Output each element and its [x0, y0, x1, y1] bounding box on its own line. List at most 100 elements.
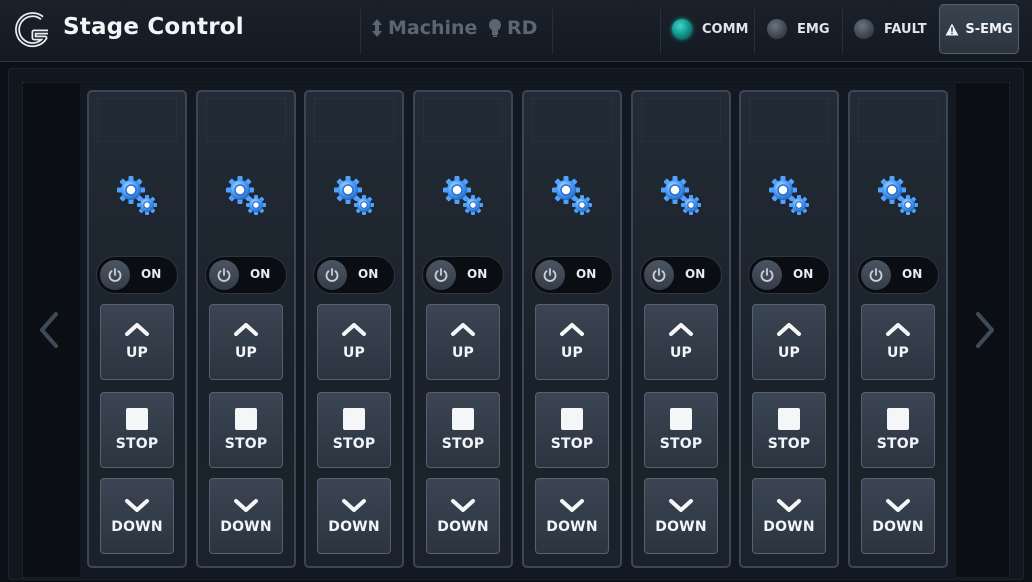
stop-button-label: STOP	[224, 436, 268, 452]
chevron-up-icon	[886, 323, 910, 336]
gears-icon	[443, 176, 483, 215]
chevron-up-icon	[451, 323, 475, 336]
chevron-down-icon	[777, 499, 801, 512]
stage-column-2: ON UP STOP DOWN	[196, 90, 296, 568]
down-button[interactable]: DOWN	[100, 478, 174, 554]
down-button[interactable]: DOWN	[317, 478, 391, 554]
power-icon	[108, 268, 122, 282]
chevron-down-icon	[886, 499, 910, 512]
power-toggle-label: ON	[793, 267, 814, 281]
status-emg: EMG	[767, 19, 830, 39]
mode-rd[interactable]: RD	[487, 17, 537, 39]
up-down-arrow-icon	[372, 19, 382, 37]
power-toggle-label: ON	[250, 267, 271, 281]
down-button[interactable]: DOWN	[426, 478, 500, 554]
power-toggle[interactable]: ON	[640, 256, 722, 294]
stage-header	[532, 98, 612, 142]
stop-button-label: STOP	[441, 436, 485, 452]
power-icon	[543, 268, 557, 282]
up-button-label: UP	[451, 345, 475, 361]
chevron-left-icon[interactable]	[36, 310, 60, 350]
down-button[interactable]: DOWN	[861, 478, 935, 554]
chevron-up-icon	[777, 323, 801, 336]
power-icon	[760, 268, 774, 282]
up-button[interactable]: UP	[426, 304, 500, 380]
power-toggle[interactable]: ON	[748, 256, 830, 294]
mode-machine-label: Machine	[388, 17, 478, 39]
stop-button[interactable]: STOP	[752, 392, 826, 468]
up-button-label: UP	[886, 345, 910, 361]
chevron-up-icon	[234, 323, 258, 336]
up-button[interactable]: UP	[752, 304, 826, 380]
up-button[interactable]: UP	[100, 304, 174, 380]
down-button-label: DOWN	[872, 519, 924, 535]
stage-column-4: ON UP STOP DOWN	[413, 90, 513, 568]
up-button[interactable]: UP	[317, 304, 391, 380]
header-divider	[754, 8, 755, 54]
up-button-label: UP	[560, 345, 584, 361]
stop-button[interactable]: STOP	[535, 392, 609, 468]
stop-button[interactable]: STOP	[426, 392, 500, 468]
status-fault-label: FAULT	[884, 21, 927, 37]
chevron-down-icon	[234, 499, 258, 512]
power-toggle[interactable]: ON	[205, 256, 287, 294]
chevron-down-icon	[342, 499, 366, 512]
stop-button[interactable]: STOP	[644, 392, 718, 468]
power-toggle-knob	[644, 260, 674, 290]
stop-button[interactable]: STOP	[861, 392, 935, 468]
up-button[interactable]: UP	[644, 304, 718, 380]
up-button-label: UP	[234, 345, 258, 361]
header-divider	[842, 8, 843, 54]
power-toggle[interactable]: ON	[96, 256, 178, 294]
down-button[interactable]: DOWN	[644, 478, 718, 554]
stage-header	[641, 98, 721, 142]
status-comm-label: COMM	[702, 21, 749, 37]
warning-icon	[945, 23, 959, 35]
emg-led-icon	[767, 19, 787, 39]
stop-button[interactable]: STOP	[100, 392, 174, 468]
stop-button-label: STOP	[550, 436, 594, 452]
power-toggle[interactable]: ON	[422, 256, 504, 294]
power-toggle-knob	[100, 260, 130, 290]
power-toggle-knob	[535, 260, 565, 290]
status-comm: COMM	[672, 19, 748, 39]
down-button[interactable]: DOWN	[209, 478, 283, 554]
up-button-label: UP	[342, 345, 366, 361]
power-toggle[interactable]: ON	[531, 256, 613, 294]
power-icon	[434, 268, 448, 282]
down-button[interactable]: DOWN	[535, 478, 609, 554]
stop-button-label: STOP	[876, 436, 920, 452]
gears-icon	[334, 176, 374, 215]
stop-square-icon	[561, 408, 583, 430]
stage-header	[206, 98, 286, 142]
chevron-up-icon	[125, 323, 149, 336]
stage-header	[97, 98, 177, 142]
up-button[interactable]: UP	[861, 304, 935, 380]
power-toggle[interactable]: ON	[857, 256, 939, 294]
header-divider	[660, 8, 661, 54]
down-button-label: DOWN	[328, 519, 380, 535]
chevron-down-icon	[125, 499, 149, 512]
chevron-down-icon	[669, 499, 693, 512]
power-toggle[interactable]: ON	[313, 256, 395, 294]
stop-button[interactable]: STOP	[317, 392, 391, 468]
stop-button[interactable]: STOP	[209, 392, 283, 468]
down-button[interactable]: DOWN	[752, 478, 826, 554]
stage-column-3: ON UP STOP DOWN	[304, 90, 404, 568]
header-divider	[360, 8, 361, 54]
up-button[interactable]: UP	[209, 304, 283, 380]
down-button-label: DOWN	[437, 519, 489, 535]
s-emg-button[interactable]: S-EMG	[939, 4, 1019, 54]
fault-led-icon	[854, 19, 874, 39]
stop-square-icon	[670, 408, 692, 430]
stage-header	[423, 98, 503, 142]
stop-square-icon	[887, 408, 909, 430]
stage-column-6: ON UP STOP DOWN	[631, 90, 731, 568]
stage-header	[858, 98, 938, 142]
power-toggle-knob	[861, 260, 891, 290]
chevron-right-icon[interactable]	[974, 310, 998, 350]
mode-machine[interactable]: Machine	[370, 17, 477, 39]
up-button[interactable]: UP	[535, 304, 609, 380]
stop-button-label: STOP	[767, 436, 811, 452]
g-logo-icon	[15, 12, 48, 48]
